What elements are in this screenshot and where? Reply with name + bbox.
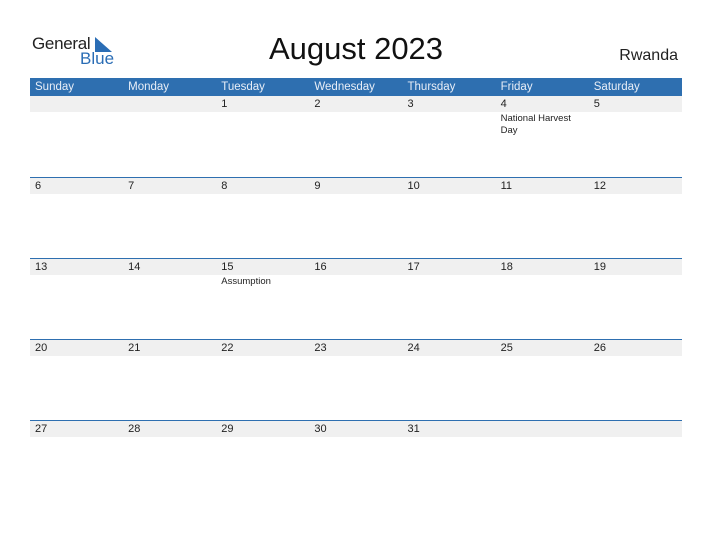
holiday-event: [309, 275, 402, 288]
events-row: National Harvest Day: [30, 112, 682, 137]
holiday-event: [30, 356, 123, 357]
day-number: 20: [35, 342, 48, 354]
day-number: [30, 96, 123, 112]
day-number-band: 20 21 22 23 24 25 26: [30, 340, 682, 356]
holiday-event: [30, 112, 123, 137]
holiday-event: [30, 194, 123, 195]
day-number-band: 1 2 3 4 5: [30, 96, 682, 112]
weekday-friday: Friday: [500, 81, 533, 93]
week-row: 27 28 29 30 31: [30, 420, 682, 501]
day-number-band: 13 14 15 16 17 18 19: [30, 259, 682, 275]
day-number: [589, 421, 682, 437]
calendar: Sunday Monday Tuesday Wednesday Thursday…: [30, 78, 682, 501]
holiday-event: [589, 194, 682, 195]
day-number: 21: [128, 342, 141, 354]
holiday-event: [216, 194, 309, 195]
holiday-event: [123, 112, 216, 137]
day-number: 9: [314, 180, 321, 192]
holiday-event: [403, 437, 496, 438]
holiday-event: [309, 437, 402, 438]
weekday-header: Sunday Monday Tuesday Wednesday Thursday…: [30, 78, 682, 96]
events-row: [30, 437, 682, 438]
day-number: 31: [407, 423, 420, 435]
day-number: 29: [221, 423, 234, 435]
weekday-saturday: Saturday: [593, 81, 640, 93]
day-number: 15: [221, 261, 234, 273]
day-number: 30: [314, 423, 327, 435]
holiday-event: [123, 194, 216, 195]
week-row: 6 7 8 9 10 11 12: [30, 177, 682, 258]
day-number-band: 27 28 29 30 31: [30, 421, 682, 437]
day-number: 19: [593, 261, 606, 273]
day-number: 8: [221, 180, 228, 192]
day-number: 26: [593, 342, 606, 354]
day-number: 1: [221, 98, 228, 110]
day-number: 14: [128, 261, 141, 273]
holiday-event: Assumption: [221, 276, 271, 287]
weekday-wednesday: Wednesday: [314, 81, 375, 93]
holiday-event: [496, 275, 589, 288]
day-number: [496, 421, 589, 437]
holiday-event: [403, 356, 496, 357]
day-number: 28: [128, 423, 141, 435]
day-number: 7: [128, 180, 135, 192]
holiday-event: [589, 112, 682, 137]
events-row: [30, 194, 682, 195]
day-number: 27: [35, 423, 48, 435]
day-number: 24: [407, 342, 420, 354]
day-number: 5: [593, 98, 600, 110]
week-row: 1 2 3 4 5 National Harvest Day: [30, 96, 682, 177]
weekday-thursday: Thursday: [407, 81, 456, 93]
day-number: 13: [35, 261, 48, 273]
holiday-event: [309, 356, 402, 357]
holiday-event: [123, 437, 216, 438]
day-number: 17: [407, 261, 420, 273]
page-title: August 2023: [268, 31, 444, 66]
day-number: 11: [500, 180, 513, 192]
holiday-event: National Harvest Day: [500, 113, 571, 136]
holiday-event: [216, 356, 309, 357]
events-row: [30, 356, 682, 357]
holiday-event: [496, 356, 589, 357]
weeks-container: 1 2 3 4 5 National Harvest Day 6 7 8 9 10 11 12 13 14 1…: [30, 96, 682, 501]
holiday-event: [589, 275, 682, 288]
holiday-event: [309, 194, 402, 195]
holiday-event: [123, 356, 216, 357]
holiday-event: [496, 437, 589, 438]
day-number: 25: [500, 342, 513, 354]
day-number: 10: [407, 180, 420, 192]
weekday-tuesday: Tuesday: [221, 81, 265, 93]
day-number: 18: [500, 261, 513, 273]
country-label: Rwanda: [619, 47, 678, 64]
holiday-event: [309, 112, 402, 137]
day-number: 16: [314, 261, 327, 273]
day-number: 12: [593, 180, 606, 192]
week-row: 20 21 22 23 24 25 26: [30, 339, 682, 420]
events-row: Assumption: [30, 275, 682, 288]
weekday-sunday: Sunday: [35, 81, 75, 93]
day-number: 4: [500, 98, 507, 110]
holiday-event: [30, 275, 123, 288]
day-number-band: 6 7 8 9 10 11 12: [30, 178, 682, 194]
holiday-event: [123, 275, 216, 288]
week-row: 13 14 15 16 17 18 19 Assumption: [30, 258, 682, 339]
holiday-event: [216, 112, 309, 137]
holiday-event: [589, 437, 682, 438]
day-number: 3: [407, 98, 414, 110]
holiday-event: [403, 112, 496, 137]
day-number: [123, 96, 216, 112]
holiday-event: [403, 194, 496, 195]
day-number: 2: [314, 98, 321, 110]
holiday-event: [403, 275, 496, 288]
holiday-event: [589, 356, 682, 357]
day-number: 6: [35, 180, 42, 192]
holiday-event: [30, 437, 123, 438]
holiday-event: [496, 194, 589, 195]
day-number: 23: [314, 342, 327, 354]
weekday-monday: Monday: [128, 81, 170, 93]
holiday-event: [216, 437, 309, 438]
day-number: 22: [221, 342, 234, 354]
